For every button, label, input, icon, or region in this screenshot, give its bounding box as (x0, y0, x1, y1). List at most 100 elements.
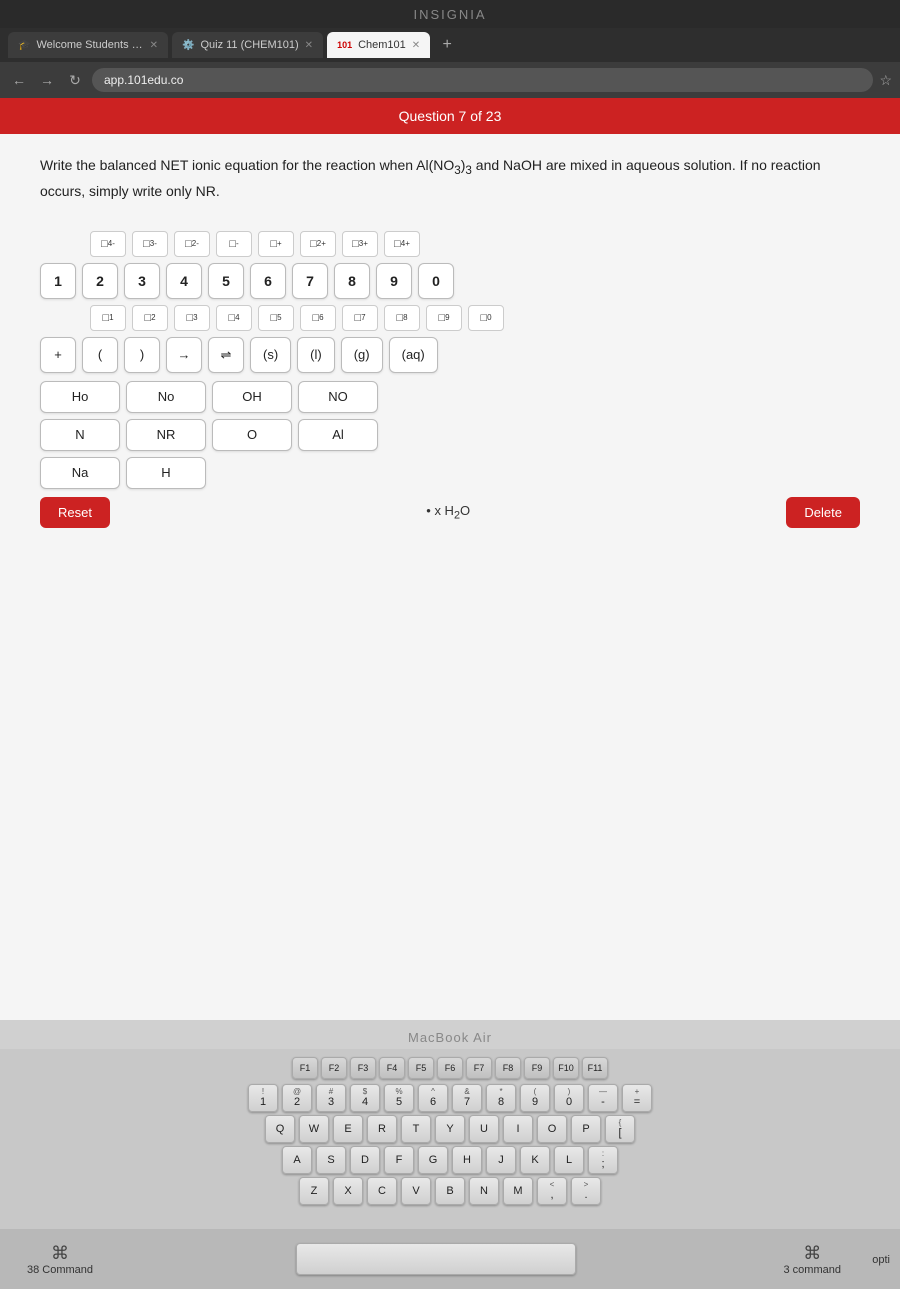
sub-btn-0[interactable]: □0 (468, 305, 504, 331)
elem-Ho[interactable]: Ho (40, 381, 120, 413)
num-btn-7[interactable]: 7 (292, 263, 328, 299)
tab-close-2[interactable]: ✕ (305, 40, 313, 51)
key-bracket-open[interactable]: {[ (605, 1115, 635, 1143)
key-comma[interactable]: <, (537, 1177, 567, 1205)
sup-btn-2minus[interactable]: □2- (174, 231, 210, 257)
sup-btn-4plus[interactable]: □4+ (384, 231, 420, 257)
key-8[interactable]: *8 (486, 1084, 516, 1112)
num-btn-2[interactable]: 2 (82, 263, 118, 299)
key-F11[interactable]: F11 (582, 1057, 608, 1079)
key-Y[interactable]: Y (435, 1115, 465, 1143)
key-H[interactable]: H (452, 1146, 482, 1174)
key-F5[interactable]: F5 (408, 1057, 434, 1079)
key-4[interactable]: $4 (350, 1084, 380, 1112)
sub-btn-9[interactable]: □9 (426, 305, 462, 331)
sym-equilibrium[interactable]: ⇌ (208, 337, 244, 373)
sub-btn-6[interactable]: □6 (300, 305, 336, 331)
key-V[interactable]: V (401, 1177, 431, 1205)
elem-No[interactable]: No (126, 381, 206, 413)
num-btn-5[interactable]: 5 (208, 263, 244, 299)
sup-btn-3plus[interactable]: □3+ (342, 231, 378, 257)
key-7[interactable]: &7 (452, 1084, 482, 1112)
tab-welcome[interactable]: 🎓 Welcome Students | Maricop... ✕ (8, 32, 168, 58)
key-F6[interactable]: F6 (437, 1057, 463, 1079)
sup-btn-minus[interactable]: □- (216, 231, 252, 257)
key-F9[interactable]: F9 (524, 1057, 550, 1079)
key-T[interactable]: T (401, 1115, 431, 1143)
sub-btn-5[interactable]: □5 (258, 305, 294, 331)
key-F2[interactable]: F2 (321, 1057, 347, 1079)
tab-chem101[interactable]: 101 Chem101 ✕ (327, 32, 430, 58)
key-period[interactable]: >. (571, 1177, 601, 1205)
sym-open-paren[interactable]: ( (82, 337, 118, 373)
num-btn-1[interactable]: 1 (40, 263, 76, 299)
key-W[interactable]: W (299, 1115, 329, 1143)
sub-btn-3[interactable]: □3 (174, 305, 210, 331)
key-F1[interactable]: F1 (292, 1057, 318, 1079)
key-A[interactable]: A (282, 1146, 312, 1174)
sym-aqueous[interactable]: (aq) (389, 337, 438, 373)
elem-NR[interactable]: NR (126, 419, 206, 451)
key-5[interactable]: %5 (384, 1084, 414, 1112)
key-F3[interactable]: F3 (350, 1057, 376, 1079)
key-F[interactable]: F (384, 1146, 414, 1174)
delete-button[interactable]: Delete (786, 497, 860, 528)
key-P[interactable]: P (571, 1115, 601, 1143)
key-2[interactable]: @2 (282, 1084, 312, 1112)
key-R[interactable]: R (367, 1115, 397, 1143)
key-X[interactable]: X (333, 1177, 363, 1205)
key-D[interactable]: D (350, 1146, 380, 1174)
num-btn-9[interactable]: 9 (376, 263, 412, 299)
num-btn-0[interactable]: 0 (418, 263, 454, 299)
tab-close-1[interactable]: ✕ (150, 40, 158, 51)
sup-btn-2plus[interactable]: □2+ (300, 231, 336, 257)
num-btn-3[interactable]: 3 (124, 263, 160, 299)
bookmark-icon[interactable]: ☆ (879, 72, 892, 89)
key-space[interactable] (296, 1243, 576, 1275)
key-I[interactable]: I (503, 1115, 533, 1143)
elem-O[interactable]: O (212, 419, 292, 451)
key-F10[interactable]: F10 (553, 1057, 579, 1079)
key-F8[interactable]: F8 (495, 1057, 521, 1079)
key-F4[interactable]: F4 (379, 1057, 405, 1079)
key-Q[interactable]: Q (265, 1115, 295, 1143)
key-0[interactable]: )0 (554, 1084, 584, 1112)
key-9[interactable]: (9 (520, 1084, 550, 1112)
key-S[interactable]: S (316, 1146, 346, 1174)
key-semicolon[interactable]: :; (588, 1146, 618, 1174)
key-L[interactable]: L (554, 1146, 584, 1174)
key-O[interactable]: O (537, 1115, 567, 1143)
key-3[interactable]: #3 (316, 1084, 346, 1112)
key-minus[interactable]: —- (588, 1084, 618, 1112)
forward-button[interactable]: → (36, 69, 58, 91)
num-btn-8[interactable]: 8 (334, 263, 370, 299)
key-Z[interactable]: Z (299, 1177, 329, 1205)
refresh-button[interactable]: ↻ (64, 69, 86, 91)
tab-close-3[interactable]: ✕ (412, 40, 420, 51)
key-E[interactable]: E (333, 1115, 363, 1143)
key-1[interactable]: !1 (248, 1084, 278, 1112)
key-equals[interactable]: += (622, 1084, 652, 1112)
sym-solid[interactable]: (s) (250, 337, 291, 373)
sup-btn-3minus[interactable]: □3- (132, 231, 168, 257)
elem-NO[interactable]: NO (298, 381, 378, 413)
sub-btn-8[interactable]: □8 (384, 305, 420, 331)
key-N[interactable]: N (469, 1177, 499, 1205)
sym-arrow[interactable]: → (166, 337, 202, 373)
key-K[interactable]: K (520, 1146, 550, 1174)
sym-plus[interactable]: + (40, 337, 76, 373)
water-formula-btn[interactable]: • x H2O (426, 503, 470, 522)
num-btn-6[interactable]: 6 (250, 263, 286, 299)
reset-button[interactable]: Reset (40, 497, 110, 528)
sym-close-paren[interactable]: ) (124, 337, 160, 373)
key-6[interactable]: ^6 (418, 1084, 448, 1112)
sub-btn-1[interactable]: □1 (90, 305, 126, 331)
back-button[interactable]: ← (8, 69, 30, 91)
elem-N[interactable]: N (40, 419, 120, 451)
sup-btn-4minus[interactable]: □4- (90, 231, 126, 257)
key-U[interactable]: U (469, 1115, 499, 1143)
key-B[interactable]: B (435, 1177, 465, 1205)
sym-liquid[interactable]: (l) (297, 337, 335, 373)
elem-Al[interactable]: Al (298, 419, 378, 451)
key-G[interactable]: G (418, 1146, 448, 1174)
